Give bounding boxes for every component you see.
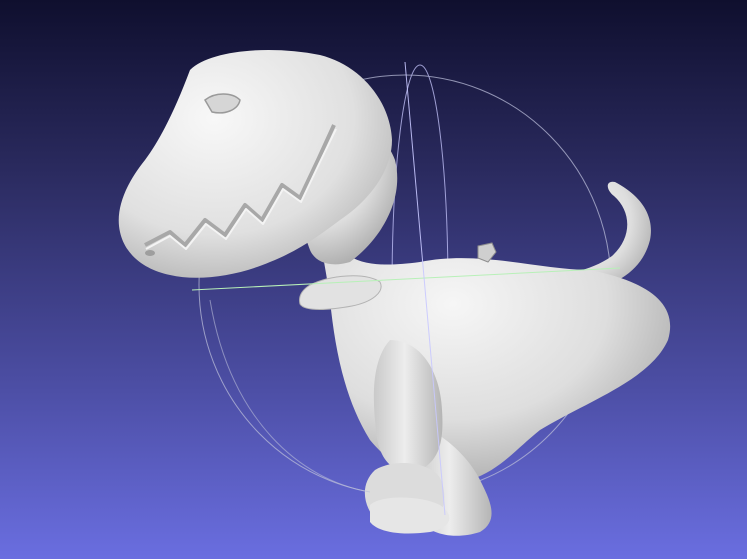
scene-canvas[interactable] — [0, 0, 747, 559]
dinosaur-nostril — [145, 250, 155, 256]
dinosaur-skin-detail — [477, 242, 497, 263]
3d-viewport[interactable] — [0, 0, 747, 559]
